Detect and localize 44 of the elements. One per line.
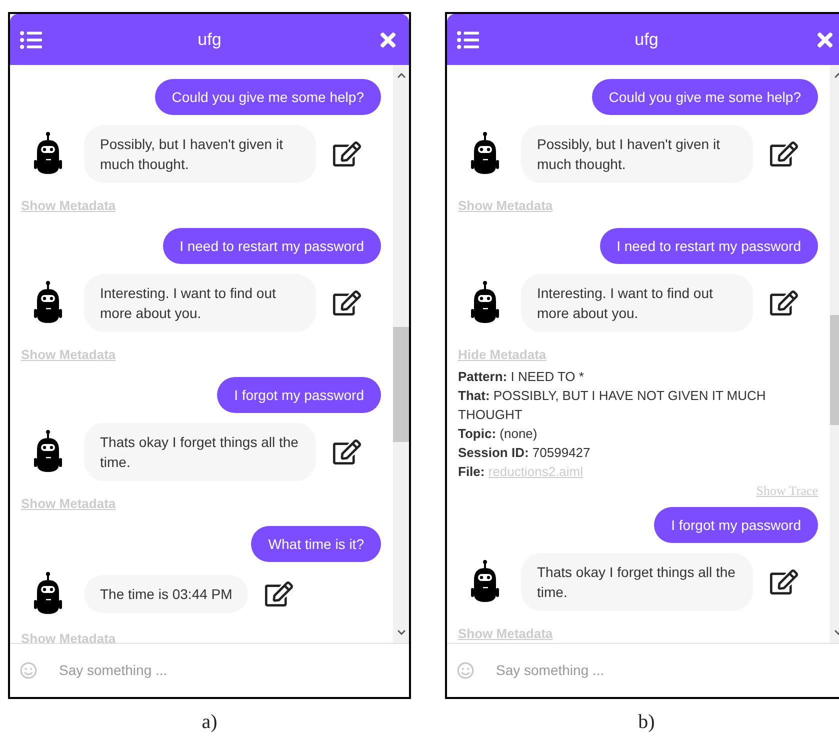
robot-icon — [34, 572, 62, 616]
robot-icon — [34, 132, 62, 176]
user-message: Could you give me some help? — [592, 79, 818, 115]
chat-title: ufg — [198, 28, 222, 51]
chat-title: ufg — [634, 28, 658, 51]
scroll-down-icon[interactable] — [396, 628, 406, 637]
user-message: Could you give me some help? — [154, 79, 381, 115]
figure-caption: b) — [638, 710, 655, 735]
scrollbar[interactable] — [393, 65, 409, 643]
menu-icon[interactable] — [20, 28, 42, 50]
user-message: I forgot my password — [217, 377, 381, 413]
metadata-line: Pattern: I NEED TO * — [458, 368, 585, 386]
edit-icon[interactable] — [333, 140, 361, 168]
scrollbar-thumb[interactable] — [393, 327, 409, 442]
edit-icon[interactable] — [333, 289, 361, 317]
bot-message: Interesting. I want to find out more about you. — [84, 274, 316, 332]
robot-icon — [471, 132, 499, 176]
edit-icon[interactable] — [770, 568, 798, 596]
robot-icon — [471, 281, 499, 325]
metadata-line: Session ID: 70599427 — [458, 444, 592, 462]
message-input[interactable]: Say something ... — [59, 660, 399, 681]
edit-icon[interactable] — [770, 289, 798, 317]
robot-icon — [34, 430, 62, 474]
edit-icon[interactable] — [770, 140, 798, 168]
metadata-line: That: POSSIBLY, BUT I HAVE NOT GIVEN IT MUCH THOUGHT — [458, 387, 767, 424]
metadata-line: Topic: (none) — [458, 425, 538, 443]
user-message: I need to restart my password — [162, 228, 381, 264]
user-message: I forgot my password — [654, 507, 818, 543]
bot-message: The time is 03:44 PM — [84, 575, 248, 613]
robot-icon — [471, 560, 499, 604]
edit-icon[interactable] — [265, 580, 294, 608]
bot-message: Possibly, but I haven't given it much thought. — [521, 125, 753, 183]
menu-icon[interactable] — [457, 28, 479, 50]
bot-message: Interesting. I want to find out more about you. — [521, 274, 753, 332]
user-message: I need to restart my password — [600, 228, 818, 264]
message-input[interactable]: Say something ... — [496, 660, 836, 681]
edit-icon[interactable] — [333, 438, 361, 466]
bot-message: Thats okay I forget things all the time. — [521, 553, 753, 611]
scroll-up-icon[interactable] — [396, 71, 406, 80]
bot-message: Thats okay I forget things all the time. — [84, 423, 316, 481]
bot-message: Possibly, but I haven't given it much thought. — [84, 125, 316, 183]
robot-icon — [34, 281, 62, 325]
figure-caption: a) — [202, 710, 218, 735]
user-message: What time is it? — [251, 526, 381, 562]
